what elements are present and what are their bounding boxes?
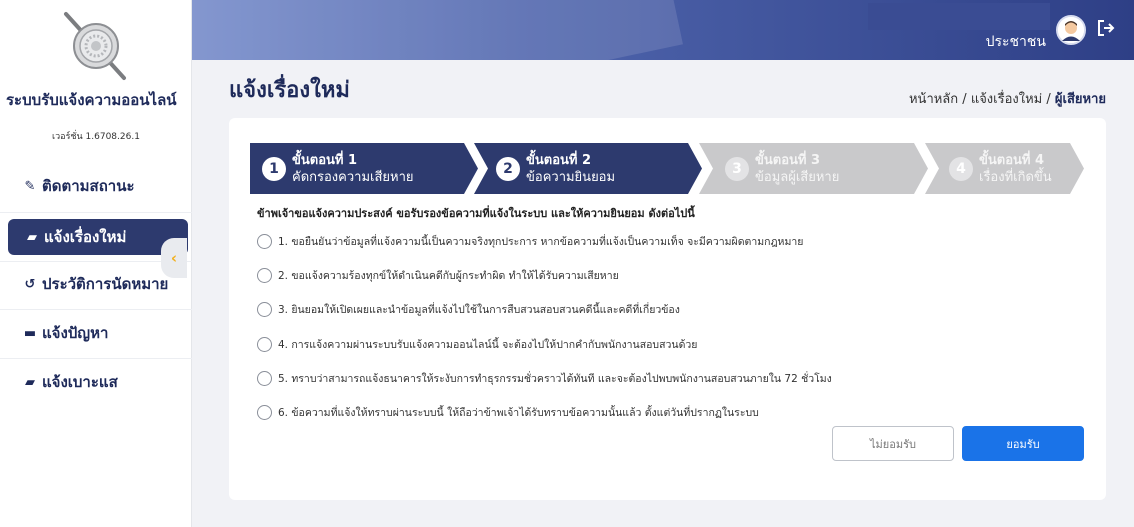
sidebar-collapse-button[interactable]: ‹ <box>161 238 187 278</box>
consent-option-label: 6. ข้อความที่แจ้งให้ทราบผ่านระบบนี้ ให้ถ… <box>278 406 759 419</box>
consent-intro: ข้าพเจ้าขอแจ้งความประสงค์ ขอรับรองข้อควา… <box>257 207 695 220</box>
consent-option-3[interactable]: 3. ยินยอมให้เปิดเผยและนำข้อมูลที่แจ้งไปใ… <box>257 300 680 318</box>
step-4: 4 ขั้นตอนที่ 4 เรื่องที่เกิดขึ้น <box>925 143 1084 194</box>
step-subtitle: ข้อมูลผู้เสียหาย <box>755 169 840 185</box>
consent-option-label: 2. ขอแจ้งความร้องทุกข์ให้ดำเนินคดีกับผู้… <box>278 269 619 282</box>
consent-option-4[interactable]: 4. การแจ้งความผ่านระบบรับแจ้งความออนไลน์… <box>257 335 697 353</box>
step-number: 4 <box>949 157 973 181</box>
logout-button[interactable] <box>1096 18 1116 43</box>
consent-option-2[interactable]: 2. ขอแจ้งความร้องทุกข์ให้ดำเนินคดีกับผู้… <box>257 266 619 284</box>
accept-button[interactable]: ยอมรับ <box>962 426 1084 461</box>
radio-button[interactable] <box>257 370 272 386</box>
sidebar-item-label: ประวัติการนัดหมาย <box>42 275 169 293</box>
breadcrumb-home[interactable]: หน้าหลัก <box>909 92 958 107</box>
sidebar-item-report-problem[interactable]: ▬ แจ้งปัญหา <box>8 315 188 351</box>
radio-button[interactable] <box>257 301 272 317</box>
decline-button[interactable]: ไม่ยอมรับ <box>832 426 954 461</box>
consent-option-label: 1. ขอยืนยันว่าข้อมูลที่แจ้งความนี้เป็นคว… <box>278 235 804 248</box>
app-version: เวอร์ชั่น 1.6708.26.1 <box>52 132 140 142</box>
folder-plus-icon: ▰ <box>27 229 37 245</box>
consent-option-1[interactable]: 1. ขอยืนยันว่าข้อมูลที่แจ้งความนี้เป็นคว… <box>257 232 803 250</box>
consent-option-5[interactable]: 5. ทราบว่าสามารถแจ้งธนาคารให้ระงับการทำธ… <box>257 369 832 387</box>
step-title: ขั้นตอนที่ 2 <box>526 152 592 168</box>
step-subtitle: เรื่องที่เกิดขึ้น <box>979 169 1052 185</box>
sidebar-item-label: แจ้งปัญหา <box>42 324 109 342</box>
step-3: 3 ขั้นตอนที่ 3 ข้อมูลผู้เสียหาย <box>699 143 928 194</box>
consent-card: 1 ขั้นตอนที่ 1 คัดกรองความเสียหาย 2 ขั้นต… <box>229 118 1106 500</box>
logout-icon <box>1098 20 1115 36</box>
step-2: 2 ขั้นตอนที่ 2 ข้อความยินยอม <box>474 143 702 194</box>
page-title: แจ้งเรื่องใหม่ <box>229 78 350 103</box>
sidebar-item-appointment-history[interactable]: ↺ ประวัติการนัดหมาย <box>8 266 188 302</box>
sidebar-item-tip-off[interactable]: ▰ แจ้งเบาะแส <box>8 364 188 400</box>
breadcrumb-section[interactable]: แจ้งเรื่องใหม่ <box>971 92 1042 107</box>
step-title: ขั้นตอนที่ 4 <box>979 152 1045 168</box>
consent-option-6[interactable]: 6. ข้อความที่แจ้งให้ทราบผ่านระบบนี้ ให้ถ… <box>257 403 759 421</box>
breadcrumb-separator: / <box>958 92 971 107</box>
sidebar-item-label: แจ้งเบาะแส <box>42 373 118 391</box>
stepper: 1 ขั้นตอนที่ 1 คัดกรองความเสียหาย 2 ขั้นต… <box>250 143 1084 194</box>
step-number: 2 <box>496 157 520 181</box>
step-subtitle: คัดกรองความเสียหาย <box>292 169 414 185</box>
sidebar-item-label: แจ้งเรื่องใหม่ <box>44 228 127 246</box>
radio-button[interactable] <box>257 233 272 249</box>
user-avatar[interactable] <box>1056 15 1086 45</box>
radio-button[interactable] <box>257 404 272 420</box>
breadcrumb: หน้าหลัก / แจ้งเรื่องใหม่ / ผู้เสียหาย <box>909 88 1106 109</box>
sidebar-item-label: ติดตามสถานะ <box>42 177 135 195</box>
radio-button[interactable] <box>257 267 272 283</box>
app-title: ระบบรับแจ้งความออนไลน์ <box>6 91 177 109</box>
step-subtitle: ข้อความยินยอม <box>526 169 616 185</box>
history-icon: ↺ <box>24 276 36 292</box>
divider <box>0 212 192 213</box>
breadcrumb-separator: / <box>1042 92 1055 107</box>
step-title: ขั้นตอนที่ 1 <box>292 152 358 168</box>
step-title: ขั้นตอนที่ 3 <box>755 152 821 168</box>
folder-icon: ▬ <box>23 325 37 341</box>
sidebar: ระบบรับแจ้งความออนไลน์ เวอร์ชั่น 1.6708.… <box>0 0 192 527</box>
consent-option-label: 5. ทราบว่าสามารถแจ้งธนาคารให้ระงับการทำธ… <box>278 372 832 385</box>
step-1: 1 ขั้นตอนที่ 1 คัดกรองความเสียหาย <box>250 143 478 194</box>
top-header: ประชาชน <box>192 0 1134 60</box>
header-banner-box <box>868 3 1050 30</box>
consent-option-label: 3. ยินยอมให้เปิดเผยและนำข้อมูลที่แจ้งไปใ… <box>278 303 680 316</box>
police-emblem-logo <box>58 8 134 84</box>
folder-plus-icon: ▰ <box>25 374 35 390</box>
avatar-icon <box>1058 17 1084 43</box>
edit-icon: ✎ <box>24 178 36 194</box>
user-role-label: ประชาชน <box>985 34 1046 50</box>
divider <box>0 358 192 359</box>
consent-option-label: 4. การแจ้งความผ่านระบบรับแจ้งความออนไลน์… <box>278 338 698 351</box>
radio-button[interactable] <box>257 336 272 352</box>
step-number: 3 <box>725 157 749 181</box>
divider <box>0 309 192 310</box>
step-number: 1 <box>262 157 286 181</box>
chevron-left-icon: ‹ <box>170 249 178 267</box>
breadcrumb-current: ผู้เสียหาย <box>1054 92 1106 107</box>
sidebar-item-track-status[interactable]: ✎ ติดตามสถานะ <box>8 168 188 204</box>
